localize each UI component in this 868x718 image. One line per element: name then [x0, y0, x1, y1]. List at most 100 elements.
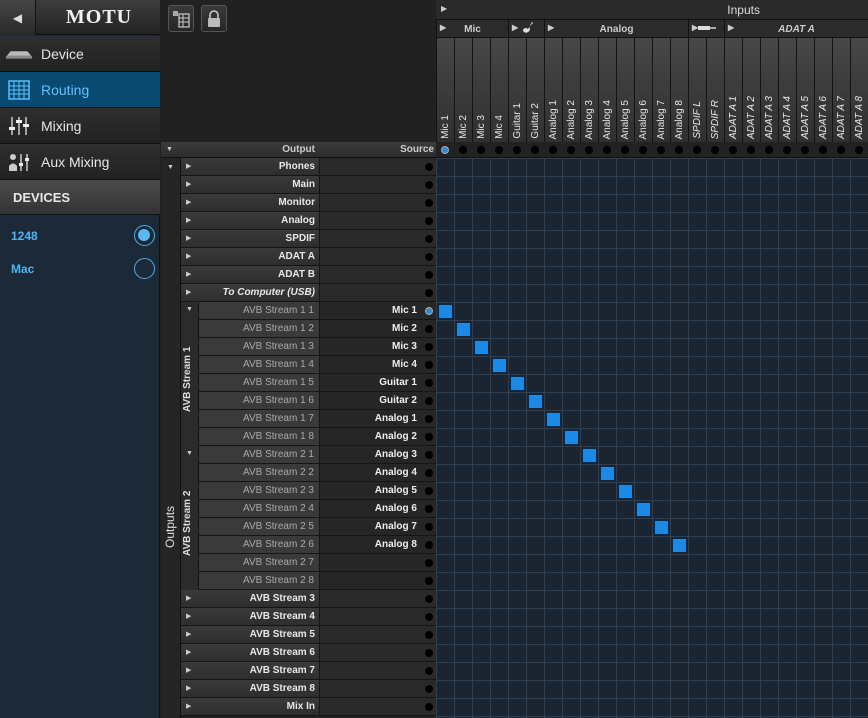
- output-group-row[interactable]: ▶ AVB Stream 4: [181, 608, 436, 626]
- input-source-dot[interactable]: [729, 146, 737, 154]
- source-dot[interactable]: [425, 667, 433, 675]
- source-dot[interactable]: [425, 289, 433, 297]
- expand-arrow-icon[interactable]: ▶: [186, 612, 191, 620]
- input-column-mic-2[interactable]: Mic 2: [454, 38, 472, 142]
- output-group-row[interactable]: ▶ Main: [181, 176, 436, 194]
- input-source-dot[interactable]: [765, 146, 773, 154]
- input-source-dot[interactable]: [747, 146, 755, 154]
- source-dot[interactable]: [425, 343, 433, 351]
- source-dot[interactable]: [425, 235, 433, 243]
- device-item-1248[interactable]: 1248: [0, 219, 160, 252]
- source-cell[interactable]: Analog 2: [319, 428, 436, 445]
- source-cell[interactable]: Analog 3: [319, 446, 436, 463]
- stream-group-2[interactable]: ▼ AVB Stream 2: [181, 446, 199, 590]
- input-column-analog-2[interactable]: Analog 2: [562, 38, 580, 142]
- chevron-down-icon[interactable]: ▼: [186, 306, 193, 313]
- source-dot[interactable]: [425, 199, 433, 207]
- expand-arrow-icon[interactable]: ▶: [186, 684, 191, 692]
- input-source-dot[interactable]: [657, 146, 665, 154]
- source-dot[interactable]: [425, 325, 433, 333]
- expand-arrow-icon[interactable]: ▶: [186, 270, 191, 278]
- source-cell[interactable]: Analog 8: [319, 536, 436, 553]
- source-dot[interactable]: [425, 703, 433, 711]
- input-column-analog-7[interactable]: Analog 7: [652, 38, 670, 142]
- output-group-row[interactable]: ▶ Monitor: [181, 194, 436, 212]
- output-group-row[interactable]: ▶ AVB Stream 7: [181, 662, 436, 680]
- output-channel-row[interactable]: AVB Stream 1 8 Analog 2: [199, 428, 436, 446]
- source-cell[interactable]: [319, 572, 436, 589]
- output-group-row[interactable]: ▶ AVB Stream 5: [181, 626, 436, 644]
- input-column-adat-a-6[interactable]: ADAT A 6: [814, 38, 832, 142]
- input-source-dot[interactable]: [477, 146, 485, 154]
- expand-arrow-icon[interactable]: ▶: [186, 162, 191, 170]
- input-column-adat-a-1[interactable]: ADAT A 1: [724, 38, 742, 142]
- source-cell[interactable]: Mic 2: [319, 320, 436, 337]
- source-dot[interactable]: [425, 577, 433, 585]
- routing-cell-active[interactable]: [601, 467, 614, 480]
- input-source-dot[interactable]: [549, 146, 557, 154]
- input-source-dot[interactable]: [603, 146, 611, 154]
- routing-cell-active[interactable]: [673, 539, 686, 552]
- input-source-dot[interactable]: [639, 146, 647, 154]
- expand-arrow-icon[interactable]: ▶: [186, 234, 191, 242]
- input-column-analog-8[interactable]: Analog 8: [670, 38, 688, 142]
- lock-button[interactable]: [201, 5, 227, 32]
- nav-item-routing[interactable]: Routing: [0, 72, 160, 108]
- expand-arrow-icon[interactable]: ▶: [441, 4, 447, 13]
- back-button[interactable]: ◀: [0, 0, 36, 35]
- input-column-analog-6[interactable]: Analog 6: [634, 38, 652, 142]
- expand-arrow-icon[interactable]: ▶: [186, 648, 191, 656]
- nav-item-aux-mixing[interactable]: Aux Mixing: [0, 144, 160, 180]
- input-column-mic-4[interactable]: Mic 4: [490, 38, 508, 142]
- source-cell[interactable]: Mic 3: [319, 338, 436, 355]
- expand-arrow-icon[interactable]: ▶: [512, 23, 518, 32]
- expand-arrow-icon[interactable]: ▶: [186, 630, 191, 638]
- routing-cell-active[interactable]: [655, 521, 668, 534]
- input-group-optical-cable[interactable]: ▶: [688, 20, 724, 38]
- expand-arrow-icon[interactable]: ▶: [186, 216, 191, 224]
- output-channel-row[interactable]: AVB Stream 2 5 Analog 7: [199, 518, 436, 536]
- source-dot[interactable]: [425, 379, 433, 387]
- device-radio[interactable]: [134, 225, 155, 246]
- input-group-analog[interactable]: ▶ Analog: [544, 20, 688, 38]
- input-source-dot[interactable]: [513, 146, 521, 154]
- expand-arrow-icon[interactable]: ▶: [186, 252, 191, 260]
- chevron-down-icon[interactable]: ▼: [186, 450, 193, 457]
- nav-item-mixing[interactable]: Mixing: [0, 108, 160, 144]
- routing-cell-active[interactable]: [511, 377, 524, 390]
- expand-arrow-icon[interactable]: ▶: [186, 666, 191, 674]
- input-column-guitar-1[interactable]: Guitar 1: [508, 38, 526, 142]
- input-column-adat-a-4[interactable]: ADAT A 4: [778, 38, 796, 142]
- routing-cell-active[interactable]: [583, 449, 596, 462]
- nav-item-device[interactable]: Device: [0, 36, 160, 72]
- source-dot[interactable]: [425, 163, 433, 171]
- stream-group-1[interactable]: ▼ AVB Stream 1: [181, 302, 199, 446]
- routing-cell-active[interactable]: [547, 413, 560, 426]
- expand-arrow-icon[interactable]: ▶: [548, 23, 554, 32]
- input-source-dot[interactable]: [711, 146, 719, 154]
- output-channel-row[interactable]: AVB Stream 2 3 Analog 5: [199, 482, 436, 500]
- source-dot[interactable]: [425, 469, 433, 477]
- source-dot[interactable]: [425, 397, 433, 405]
- input-source-dot[interactable]: [531, 146, 539, 154]
- output-group-row[interactable]: ▶ SPDIF: [181, 230, 436, 248]
- source-cell[interactable]: Mic 1: [319, 302, 436, 319]
- input-source-dot[interactable]: [567, 146, 575, 154]
- source-dot[interactable]: [425, 217, 433, 225]
- output-channel-row[interactable]: AVB Stream 1 4 Mic 4: [199, 356, 436, 374]
- input-source-dot[interactable]: [621, 146, 629, 154]
- input-source-dot[interactable]: [837, 146, 845, 154]
- source-cell[interactable]: Guitar 1: [319, 374, 436, 391]
- expand-arrow-icon[interactable]: ▶: [692, 23, 698, 32]
- input-group-guitar[interactable]: ▶: [508, 20, 544, 38]
- source-dot[interactable]: [425, 559, 433, 567]
- output-group-row[interactable]: ▶ To Computer (USB): [181, 284, 436, 302]
- source-cell[interactable]: Mic 4: [319, 356, 436, 373]
- source-cell[interactable]: Analog 5: [319, 482, 436, 499]
- output-channel-row[interactable]: AVB Stream 1 1 Mic 1: [199, 302, 436, 320]
- input-source-dot[interactable]: [459, 146, 467, 154]
- expand-arrow-icon[interactable]: ▶: [186, 198, 191, 206]
- input-column-analog-1[interactable]: Analog 1: [544, 38, 562, 142]
- routing-cell-active[interactable]: [565, 431, 578, 444]
- source-dot[interactable]: [425, 649, 433, 657]
